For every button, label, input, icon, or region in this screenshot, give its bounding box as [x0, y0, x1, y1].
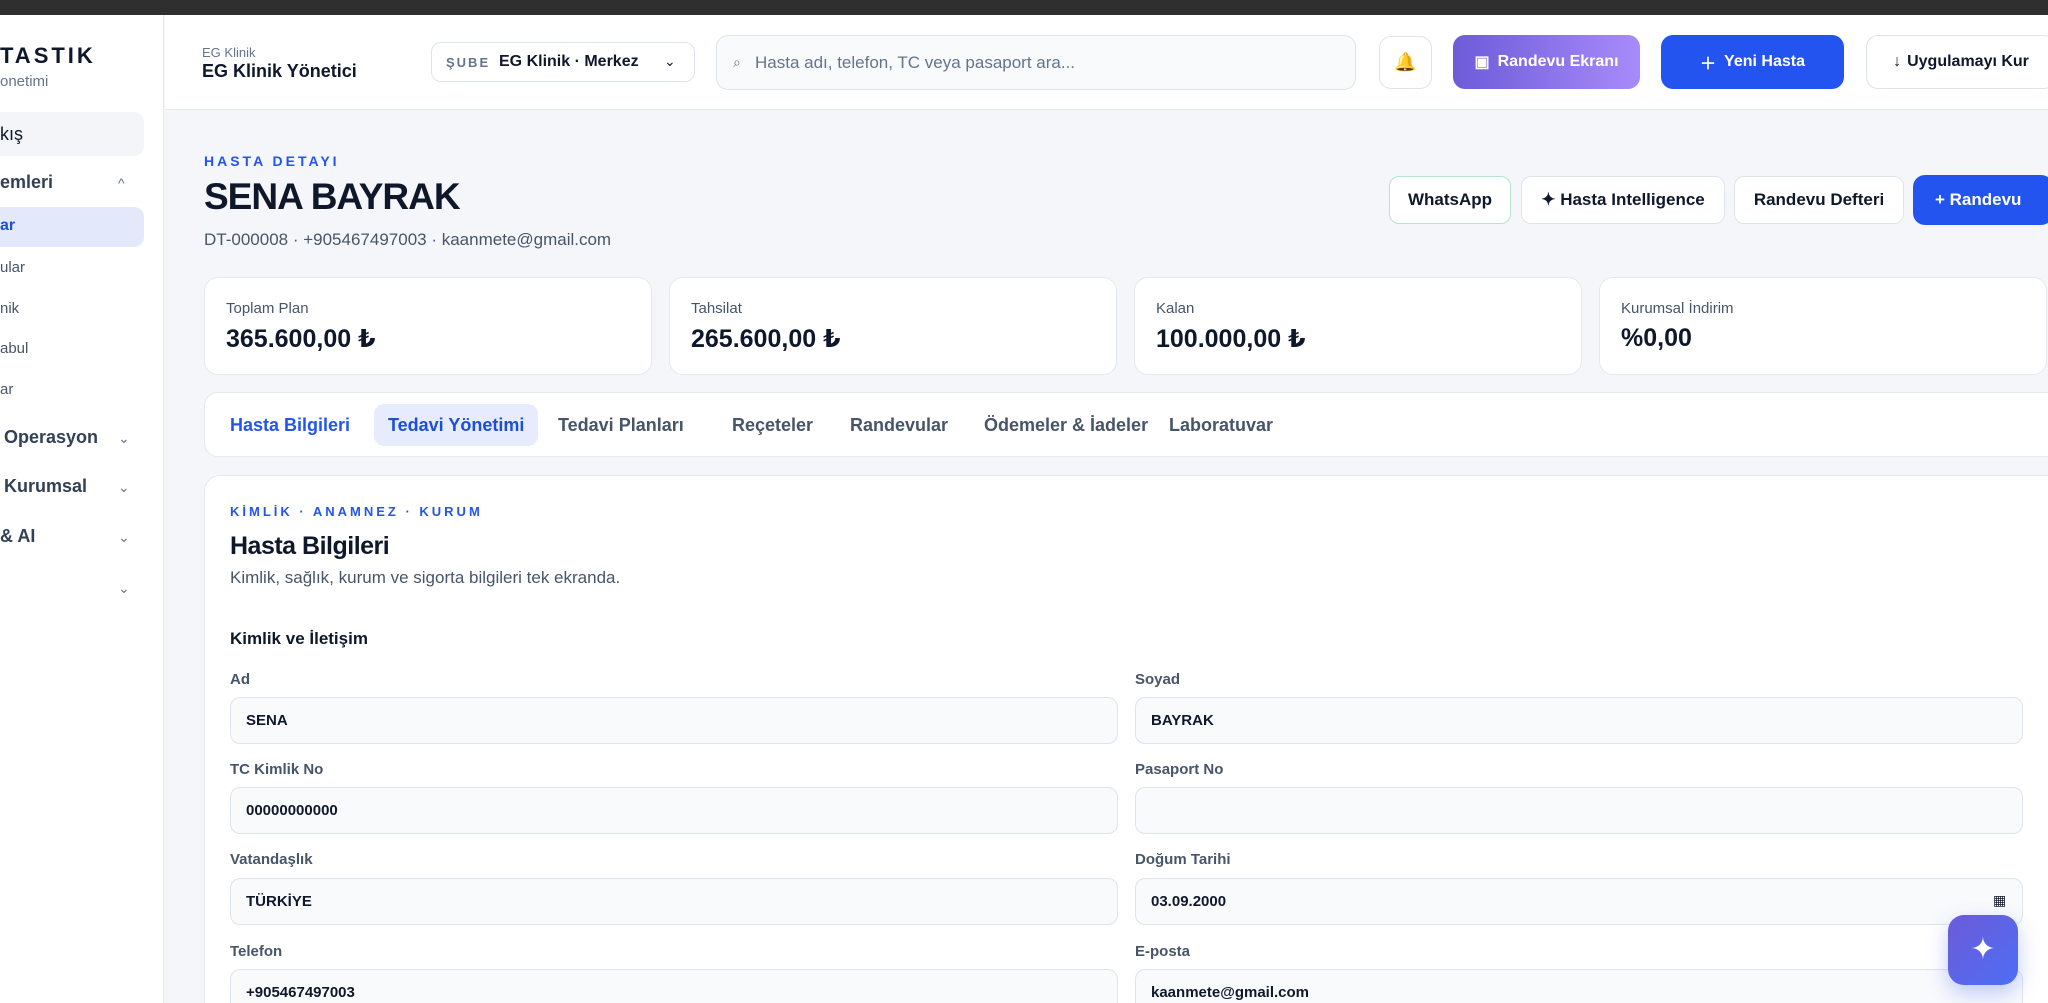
tab-receteler[interactable]: Reçeteler: [718, 404, 827, 446]
tc-label: TC Kimlik No: [230, 761, 324, 778]
stat-card-total-plan: Toplam Plan 365.600,00 ₺: [204, 277, 652, 375]
tab-hasta-bilgileri[interactable]: Hasta Bilgileri: [216, 404, 364, 446]
calendar-icon[interactable]: ▦: [1993, 892, 2006, 909]
sparkle-icon: ✦: [1970, 933, 1996, 966]
chevron-down-icon[interactable]: ⌄: [118, 529, 130, 546]
stat-value: 365.600,00 ₺: [226, 325, 376, 353]
install-app-button[interactable]: ↓ Uygulamayı Kur: [1866, 35, 2048, 89]
pasaport-label: Pasaport No: [1135, 761, 1224, 778]
screen-icon: ▣: [1474, 54, 1490, 71]
stat-label: Kalan: [1156, 300, 1195, 317]
tab-tedavi-yonetimi[interactable]: Tedavi Yönetimi: [374, 404, 539, 446]
chevron-up-icon[interactable]: ^: [118, 175, 125, 191]
sidebar-item-active[interactable]: ar: [0, 207, 144, 247]
telefon-label: Telefon: [230, 943, 283, 960]
sidebar-subitem[interactable]: nik: [0, 300, 19, 317]
sidebar-item-label: kış: [0, 124, 24, 144]
citizenship-field[interactable]: [230, 878, 1118, 925]
stat-label: Tahsilat: [691, 300, 742, 317]
page-eyebrow: HASTA DETAYI: [204, 153, 340, 169]
ad-label: Ad: [230, 671, 250, 688]
tc-id-field[interactable]: [230, 787, 1118, 834]
eposta-label: E-posta: [1135, 943, 1191, 960]
org-name: EG Klinik Yönetici: [202, 61, 357, 81]
phone-field[interactable]: [230, 969, 1118, 1003]
search-input[interactable]: [755, 36, 1345, 89]
brand-logo-text: TASTIK: [0, 43, 96, 68]
chevron-down-icon[interactable]: ⌄: [118, 430, 130, 447]
stat-value: 100.000,00 ₺: [1156, 325, 1306, 353]
top-header: EG Klinik EG Klinik Yönetici ŞUBE EG Kli…: [165, 15, 2048, 110]
sidebar-subitem[interactable]: abul: [0, 340, 28, 357]
tab-randevular[interactable]: Randevular: [836, 404, 962, 446]
plus-icon: ＋: [1700, 56, 1717, 73]
patient-meta: DT-000008 · +905467497003 · kaanmete@gma…: [204, 230, 612, 249]
add-appointment-button[interactable]: + Randevu: [1913, 175, 2048, 225]
branch-value: EG Klinik · Merkez: [499, 53, 639, 70]
tab-laboratuvar[interactable]: Laboratuvar: [1155, 404, 1287, 446]
card-description: Kimlik, sağlık, kurum ve sigorta bilgile…: [230, 568, 621, 587]
patient-intelligence-button[interactable]: ✦ Hasta Intelligence: [1521, 176, 1725, 224]
tab-odemeler[interactable]: Ödemeler & İadeler: [970, 404, 1162, 446]
soyad-label: Soyad: [1135, 671, 1181, 688]
sidebar: TASTIK onetimi kış emleri ^ ar ular nik …: [0, 15, 164, 1003]
section-title: Kimlik ve İletişim: [230, 629, 368, 648]
window-top-bar: [0, 0, 2048, 15]
sidebar-group-ai[interactable]: & AI: [0, 526, 35, 547]
chevron-down-icon: ⌄: [664, 53, 676, 69]
ai-assistant-button[interactable]: ✦: [1948, 915, 2018, 985]
appointment-screen-button[interactable]: ▣ Randevu Ekranı: [1453, 35, 1640, 89]
org-name-small: EG Klinik: [202, 45, 256, 60]
card-eyebrow: KİMLİK · ANAMNEZ · KURUM: [230, 504, 483, 519]
search-box: ⌕: [716, 35, 1356, 90]
stat-label: Kurumsal İndirim: [1621, 300, 1734, 317]
stat-card-collection: Tahsilat 265.600,00 ₺: [669, 277, 1117, 375]
patient-info-card: KİMLİK · ANAMNEZ · KURUM Hasta Bilgileri…: [204, 475, 2048, 1003]
sidebar-subitem[interactable]: ar: [0, 381, 13, 398]
passport-field[interactable]: [1135, 787, 2023, 834]
stat-value: %0,00: [1621, 324, 1692, 352]
download-icon: ↓: [1893, 53, 1902, 70]
sidebar-group-systems[interactable]: emleri: [0, 172, 53, 193]
stat-card-remaining: Kalan 100.000,00 ₺: [1134, 277, 1582, 375]
email-field[interactable]: [1135, 969, 2023, 1003]
dogum-label: Doğum Tarihi: [1135, 851, 1231, 868]
branch-select[interactable]: ŞUBE EG Klinik · Merkez ⌄: [431, 42, 695, 82]
appointment-book-button[interactable]: Randevu Defteri: [1734, 176, 1904, 224]
whatsapp-button[interactable]: WhatsApp: [1389, 176, 1511, 224]
tab-tedavi-planlari[interactable]: Tedavi Planları: [544, 404, 698, 446]
stat-value: 265.600,00 ₺: [691, 325, 841, 353]
sidebar-item-overview[interactable]: kış: [0, 112, 144, 156]
chevron-down-icon[interactable]: ⌄: [118, 580, 130, 597]
new-patient-button[interactable]: ＋ Yeni Hasta: [1661, 35, 1844, 89]
patient-name: SENA BAYRAK: [204, 176, 461, 217]
stat-label: Toplam Plan: [226, 300, 309, 317]
vatandaslik-label: Vatandaşlık: [230, 851, 313, 868]
sidebar-subitem[interactable]: ular: [0, 259, 25, 276]
last-name-field[interactable]: [1135, 697, 2023, 744]
card-title: Hasta Bilgileri: [230, 532, 390, 560]
search-icon: ⌕: [733, 54, 741, 70]
sidebar-item-label: ar: [0, 217, 16, 234]
first-name-field[interactable]: [230, 697, 1118, 744]
branch-label: ŞUBE: [446, 55, 491, 70]
sidebar-group-operasyon[interactable]: Operasyon: [4, 427, 98, 448]
bell-icon[interactable]: 🔔: [1379, 36, 1432, 89]
birth-date-field[interactable]: [1135, 878, 2023, 925]
sidebar-group-kurumsal[interactable]: Kurumsal: [4, 476, 87, 497]
stat-card-discount: Kurumsal İndirim %0,00: [1599, 277, 2047, 375]
chevron-down-icon[interactable]: ⌄: [118, 479, 130, 496]
patient-tabs: Hasta Bilgileri Tedavi Yönetimi Tedavi P…: [204, 392, 2048, 457]
brand-subtitle: onetimi: [0, 73, 49, 90]
